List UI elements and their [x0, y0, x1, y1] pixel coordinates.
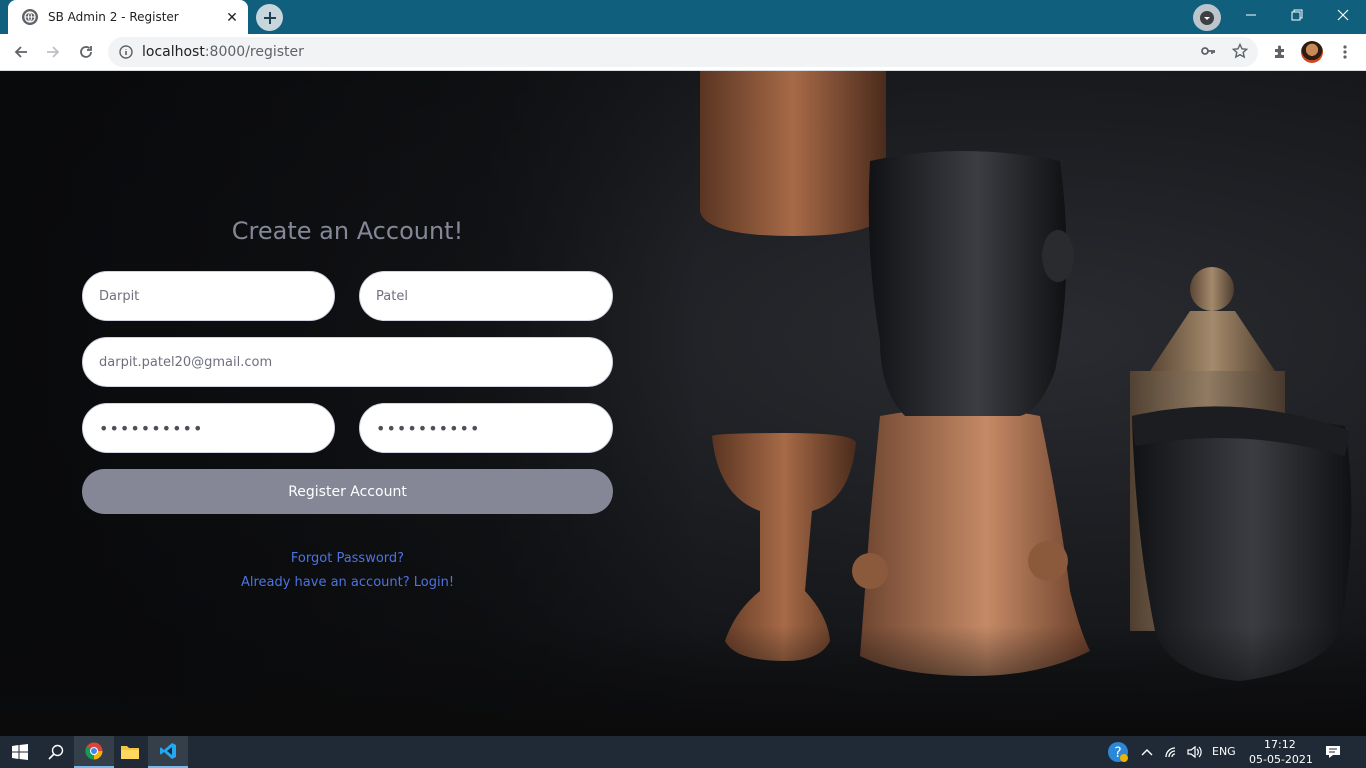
star-icon[interactable]	[1231, 42, 1249, 60]
notifications-icon[interactable]	[1318, 736, 1348, 768]
forward-button[interactable]	[40, 39, 66, 65]
address-bar[interactable]: localhost:8000/register	[108, 37, 1258, 67]
close-tab-icon[interactable]: ✕	[224, 9, 240, 25]
windows-taskbar: ? ENG 17:12 05-05-2021	[0, 736, 1366, 768]
arrow-left-icon	[14, 46, 27, 58]
email-input[interactable]	[82, 337, 613, 387]
more-menu-icon[interactable]	[1335, 42, 1355, 62]
arrow-right-icon	[47, 46, 60, 58]
tab-title: SB Admin 2 - Register	[48, 10, 179, 24]
first-name-input[interactable]	[82, 271, 335, 321]
url-host: localhost	[142, 44, 205, 60]
login-link[interactable]: Already have an account? Login!	[82, 575, 613, 590]
back-button[interactable]	[8, 39, 34, 65]
language-indicator[interactable]: ENG	[1212, 745, 1236, 758]
start-button[interactable]	[0, 736, 40, 768]
reload-button[interactable]	[73, 39, 99, 65]
reload-icon	[80, 46, 92, 58]
help-tray-icon[interactable]: ?	[1100, 736, 1136, 768]
browser-toolbar: localhost:8000/register	[0, 34, 1366, 71]
chevron-up-icon[interactable]	[1136, 736, 1158, 768]
restore-button[interactable]	[1274, 0, 1320, 30]
clock-time[interactable]: 17:12	[1264, 738, 1296, 751]
profile-avatar[interactable]	[1301, 41, 1323, 63]
minimize-button[interactable]	[1228, 0, 1274, 30]
vscode-taskbar-button[interactable]	[148, 736, 188, 768]
wifi-icon[interactable]	[1160, 736, 1184, 768]
repeat-password-input[interactable]	[359, 403, 613, 453]
browser-tab[interactable]: SB Admin 2 - Register ✕	[8, 0, 248, 34]
register-account-button[interactable]: Register Account	[82, 469, 613, 514]
plus-icon	[263, 11, 276, 24]
last-name-input[interactable]	[359, 271, 613, 321]
folder-icon	[121, 746, 139, 759]
search-icon	[48, 744, 64, 760]
clock-date[interactable]: 05-05-2021	[1249, 753, 1313, 766]
globe-icon	[22, 9, 38, 25]
password-input[interactable]	[82, 403, 335, 453]
page-title: Create an Account!	[231, 217, 464, 245]
close-icon	[1337, 9, 1349, 21]
file-explorer-taskbar-button[interactable]	[110, 736, 150, 768]
info-icon[interactable]	[118, 44, 134, 60]
tab-search-button[interactable]	[1193, 4, 1221, 31]
windows-icon	[12, 744, 28, 760]
volume-icon[interactable]	[1184, 736, 1206, 768]
forgot-password-link[interactable]: Forgot Password?	[82, 551, 613, 566]
extensions-icon[interactable]	[1270, 42, 1290, 62]
vscode-icon	[160, 743, 176, 759]
url-path: :8000/register	[204, 44, 304, 60]
floor-shadow	[0, 626, 1366, 736]
close-window-button[interactable]	[1320, 0, 1366, 30]
register-page: Create an Account! Register Account Forg…	[0, 71, 1366, 736]
new-tab-button[interactable]	[256, 4, 283, 31]
minimize-icon	[1246, 14, 1256, 16]
url-text: localhost:8000/register	[142, 44, 304, 60]
chrome-icon	[85, 742, 103, 760]
browser-titlebar: SB Admin 2 - Register ✕	[0, 0, 1366, 34]
key-icon[interactable]	[1199, 42, 1217, 60]
chrome-taskbar-button[interactable]	[74, 736, 114, 768]
search-button[interactable]	[36, 736, 76, 768]
chevron-down-icon	[1200, 10, 1214, 25]
restore-icon	[1291, 9, 1303, 21]
